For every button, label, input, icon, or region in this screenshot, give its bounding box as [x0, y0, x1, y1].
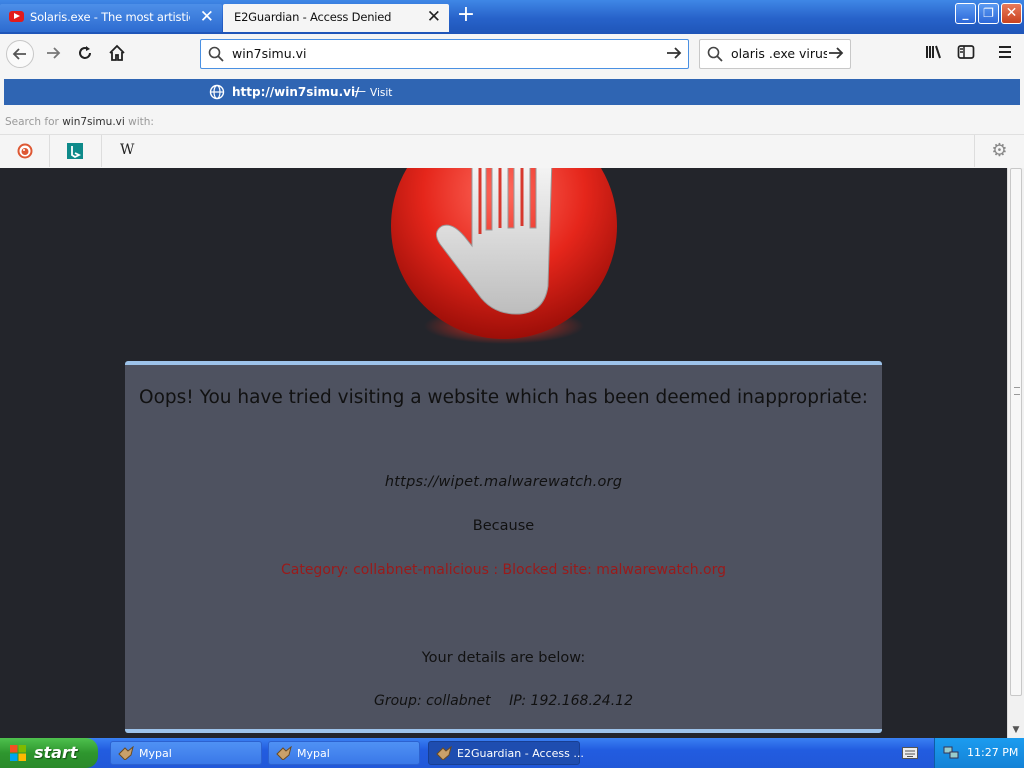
taskbar-item-mypal[interactable]: Mypal	[268, 741, 420, 765]
scrollbar-thumb[interactable]	[1010, 168, 1022, 696]
go-arrow-icon[interactable]	[665, 44, 683, 67]
start-label: start	[34, 743, 78, 762]
blocked-url: https://wipet.malwarewatch.org	[384, 474, 623, 490]
library-icon[interactable]	[923, 44, 945, 66]
page-content: Oops! You have tried visiting a website …	[0, 168, 1007, 738]
search-engine-row: W ⚙	[0, 134, 1024, 167]
tab-e2guardian[interactable]: E2Guardian - Access Denied ✕	[223, 4, 449, 32]
mypal-icon	[436, 746, 452, 760]
mypal-icon	[276, 746, 292, 760]
tab-label: Solaris.exe - The most artistic com	[30, 10, 190, 24]
because-label: Because	[472, 518, 535, 534]
stop-hand-icon	[391, 168, 617, 344]
ip-value: IP: 192.168.24.12	[509, 693, 633, 709]
engine-duckduckgo[interactable]	[0, 135, 50, 167]
windows-logo-icon	[10, 745, 26, 761]
suggestion-separator: —	[354, 84, 366, 98]
engine-wikipedia[interactable]: W	[102, 135, 152, 167]
clock: 11:27 PM	[967, 746, 1019, 759]
search-for-term: win7simu.vi	[62, 116, 125, 128]
tab-close-icon[interactable]: ✕	[427, 6, 441, 28]
url-suggestion-dropdown: http://win7simu.vi/ — Visit Search for w…	[0, 74, 1024, 169]
sidebar-icon[interactable]	[955, 44, 977, 66]
bing-icon	[67, 143, 83, 159]
engine-bing[interactable]	[50, 135, 102, 167]
search-icon	[208, 46, 224, 62]
system-tray: 11:27 PM	[934, 738, 1024, 768]
page-headline: Oops! You have tried visiting a website …	[139, 387, 868, 408]
suggestion-url: http://win7simu.vi/	[232, 85, 360, 99]
user-details: Group: collabnet IP: 192.168.24.12	[125, 693, 882, 709]
group-value: Group: collabnet	[374, 693, 491, 709]
task-label: Mypal	[139, 747, 172, 760]
search-settings-gear-icon[interactable]: ⚙	[974, 135, 1024, 167]
task-label: Mypal	[297, 747, 330, 760]
address-input[interactable]	[232, 46, 632, 61]
keyboard-icon[interactable]	[902, 747, 918, 759]
tab-solaris[interactable]: Solaris.exe - The most artistic com ✕	[0, 4, 222, 32]
address-bar[interactable]	[200, 39, 689, 69]
globe-icon	[209, 84, 225, 100]
suggestion-visit-row[interactable]: http://win7simu.vi/ — Visit	[4, 79, 1020, 105]
start-button[interactable]: start	[0, 738, 98, 768]
duckduckgo-icon	[17, 143, 33, 159]
minimize-button[interactable]: _	[955, 3, 976, 24]
search-for-label: Search for win7simu.vi with:	[5, 116, 154, 128]
vertical-scrollbar[interactable]: ▼	[1007, 168, 1024, 738]
home-icon[interactable]	[103, 40, 131, 68]
search-go-icon[interactable]	[827, 44, 845, 67]
tab-label: E2Guardian - Access Denied	[234, 10, 392, 24]
mypal-icon	[118, 746, 134, 760]
title-bar: Solaris.exe - The most artistic com ✕ E2…	[0, 0, 1024, 34]
wikipedia-icon: W	[120, 142, 135, 158]
block-reason: Category: collabnet-malicious : Blocked …	[280, 562, 727, 578]
details-heading: Your details are below:	[421, 650, 586, 666]
task-label: E2Guardian - Access ...	[457, 747, 584, 760]
back-icon[interactable]	[6, 40, 34, 68]
network-icon[interactable]	[943, 745, 959, 760]
reload-icon[interactable]	[71, 40, 99, 68]
tab-close-icon[interactable]: ✕	[200, 6, 214, 28]
maximize-button[interactable]: ❐	[978, 3, 999, 24]
new-tab-button[interactable]: +	[456, 4, 476, 28]
taskbar: start Mypal Mypal E2Guardian - Access ..…	[0, 738, 1024, 768]
search-input[interactable]	[731, 46, 827, 61]
taskbar-item-mypal[interactable]: Mypal	[110, 741, 262, 765]
search-bar[interactable]	[699, 39, 851, 69]
search-for-suffix: with:	[128, 116, 154, 128]
access-denied-card: Oops! You have tried visiting a website …	[125, 361, 882, 733]
taskbar-item-e2guardian[interactable]: E2Guardian - Access ...	[428, 741, 584, 765]
youtube-icon	[9, 11, 24, 22]
forward-icon[interactable]	[39, 40, 67, 68]
scroll-down-arrow-icon[interactable]: ▼	[1008, 722, 1024, 738]
search-for-prefix: Search for	[5, 116, 59, 128]
navigation-bar	[0, 34, 1024, 74]
menu-icon[interactable]	[994, 44, 1016, 66]
close-window-button[interactable]: ✕	[1001, 3, 1022, 24]
suggestion-action: Visit	[370, 87, 393, 99]
scrollbar-grip	[1014, 387, 1020, 395]
search-icon	[707, 46, 723, 62]
